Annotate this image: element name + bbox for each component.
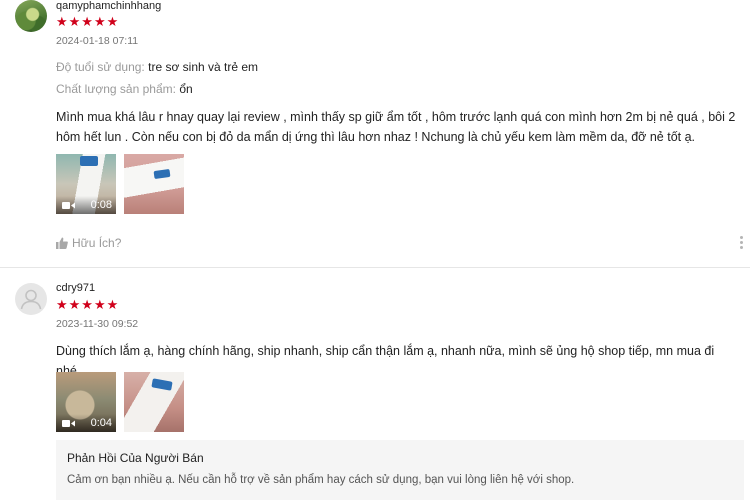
- user-avatar-icon: [20, 289, 42, 310]
- product-image: [153, 168, 171, 180]
- avatar[interactable]: [15, 283, 47, 315]
- video-overlay: 0:04: [56, 414, 116, 432]
- review-video-thumbnail[interactable]: 0:04: [56, 372, 116, 432]
- product-image: [80, 156, 98, 166]
- review-video-thumbnail[interactable]: 0:08: [56, 154, 116, 214]
- product-image: [151, 378, 173, 391]
- helpful-label: Hữu Ích?: [72, 236, 122, 250]
- seller-reply: Phản Hồi Của Người Bán Cảm ơn bạn nhiều …: [56, 440, 744, 500]
- helpful-button[interactable]: Hữu Ích?: [56, 236, 121, 250]
- video-duration: 0:08: [90, 199, 112, 211]
- avatar[interactable]: [15, 0, 47, 32]
- video-camera-icon: [62, 420, 75, 427]
- age-attribute: Độ tuổi sử dụng: tre sơ sinh và trẻ em: [56, 60, 258, 74]
- video-duration: 0:04: [90, 417, 112, 429]
- review-image-thumbnail[interactable]: [124, 372, 184, 432]
- quality-label: Chất lượng sản phẩm:: [56, 82, 176, 96]
- review-image-thumbnail[interactable]: [124, 154, 184, 214]
- review-timestamp: 2024-01-18 07:11: [56, 35, 139, 47]
- more-vertical-icon[interactable]: [740, 236, 744, 251]
- quality-attribute: Chất lượng sản phẩm: ổn: [56, 82, 193, 96]
- quality-value: ổn: [179, 82, 193, 96]
- video-overlay: 0:08: [56, 196, 116, 214]
- thumbs-up-icon: [56, 237, 68, 249]
- review-item: cdry971 ★★★★★ 2023-11-30 09:52 Dùng thíc…: [0, 269, 750, 500]
- age-value: tre sơ sinh và trẻ em: [148, 60, 259, 74]
- rating-stars: ★★★★★: [56, 297, 120, 312]
- video-camera-icon: [62, 202, 75, 209]
- review-item: qamyphamchinhhang ★★★★★ 2024-01-18 07:11…: [0, 0, 750, 268]
- reviewer-username[interactable]: qamyphamchinhhang: [56, 0, 161, 12]
- age-label: Độ tuổi sử dụng:: [56, 60, 145, 74]
- rating-stars: ★★★★★: [56, 14, 120, 29]
- review-divider: [0, 267, 750, 268]
- reviewer-username[interactable]: cdry971: [56, 282, 95, 294]
- seller-reply-title: Phản Hồi Của Người Bán: [67, 451, 204, 465]
- review-comment: Mình mua khá lâu r hnay quay lại review …: [56, 110, 736, 144]
- review-timestamp: 2023-11-30 09:52: [56, 318, 139, 330]
- seller-reply-text: Cảm ơn bạn nhiều ạ. Nếu cần hỗ trợ về sả…: [67, 474, 575, 486]
